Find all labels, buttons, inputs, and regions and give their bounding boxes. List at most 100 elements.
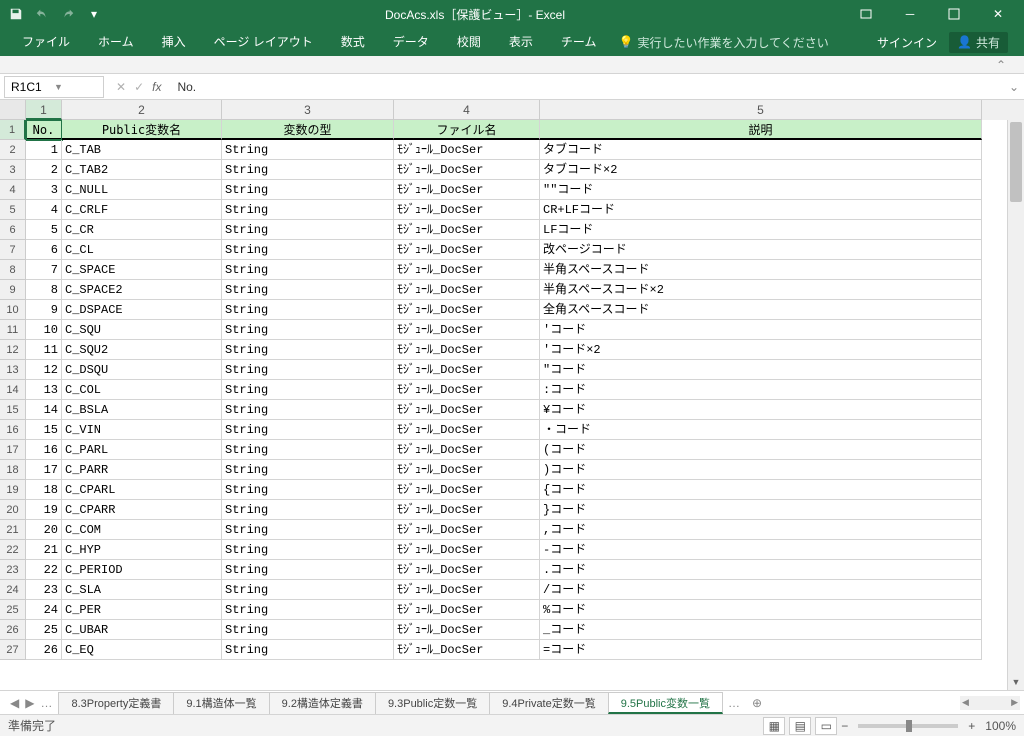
sheet-tab[interactable]: 8.3Property定義書 <box>58 692 174 714</box>
data-cell[interactable]: 全角スペースコード <box>540 300 982 320</box>
data-cell[interactable]: ﾓｼﾞｭｰﾙ_DocSer <box>394 180 540 200</box>
data-cell[interactable]: 改ページコード <box>540 240 982 260</box>
data-cell[interactable]: String <box>222 240 394 260</box>
data-cell[interactable]: {コード <box>540 480 982 500</box>
data-cell[interactable]: String <box>222 440 394 460</box>
column-header[interactable]: 4 <box>394 100 540 120</box>
data-cell[interactable]: String <box>222 400 394 420</box>
data-cell[interactable]: C_COM <box>62 520 222 540</box>
column-header[interactable]: 1 <box>26 100 62 120</box>
sheet-more-right-icon[interactable]: … <box>722 696 746 710</box>
data-cell[interactable]: 12 <box>26 360 62 380</box>
data-cell[interactable]: C_EQ <box>62 640 222 660</box>
header-cell[interactable]: ファイル名 <box>394 120 540 140</box>
data-cell[interactable]: 18 <box>26 480 62 500</box>
select-all-corner[interactable] <box>0 100 26 120</box>
row-header[interactable]: 22 <box>0 540 26 560</box>
data-cell[interactable]: 4 <box>26 200 62 220</box>
data-cell[interactable]: String <box>222 200 394 220</box>
data-cell[interactable]: ﾓｼﾞｭｰﾙ_DocSer <box>394 300 540 320</box>
data-cell[interactable]: C_TAB <box>62 140 222 160</box>
accept-formula-icon[interactable]: ✓ <box>134 80 144 94</box>
data-cell[interactable]: ﾓｼﾞｭｰﾙ_DocSer <box>394 360 540 380</box>
data-cell[interactable]: ﾓｼﾞｭｰﾙ_DocSer <box>394 600 540 620</box>
row-header[interactable]: 4 <box>0 180 26 200</box>
row-header[interactable]: 18 <box>0 460 26 480</box>
sheet-nav-more-icon[interactable]: … <box>38 696 54 710</box>
data-cell[interactable]: ﾓｼﾞｭｰﾙ_DocSer <box>394 160 540 180</box>
data-cell[interactable]: C_SQU <box>62 320 222 340</box>
data-cell[interactable]: String <box>222 500 394 520</box>
data-cell[interactable]: %コード <box>540 600 982 620</box>
row-header[interactable]: 6 <box>0 220 26 240</box>
data-cell[interactable]: )コード <box>540 460 982 480</box>
add-sheet-icon[interactable]: ⊕ <box>746 696 768 710</box>
data-cell[interactable]: 24 <box>26 600 62 620</box>
data-cell[interactable]: ,コード <box>540 520 982 540</box>
sheet-tab[interactable]: 9.2構造体定義書 <box>269 692 376 714</box>
data-cell[interactable]: String <box>222 540 394 560</box>
data-cell[interactable]: C_SQU2 <box>62 340 222 360</box>
data-cell[interactable]: ﾓｼﾞｭｰﾙ_DocSer <box>394 440 540 460</box>
ribbon-tab[interactable]: ファイル <box>8 28 84 56</box>
data-cell[interactable]: String <box>222 620 394 640</box>
sheet-tab[interactable]: 9.5Public変数一覧 <box>608 692 723 714</box>
data-cell[interactable]: =コード <box>540 640 982 660</box>
data-cell[interactable]: ﾓｼﾞｭｰﾙ_DocSer <box>394 200 540 220</box>
data-cell[interactable]: ﾓｼﾞｭｰﾙ_DocSer <box>394 320 540 340</box>
data-cell[interactable]: 13 <box>26 380 62 400</box>
data-cell[interactable]: String <box>222 420 394 440</box>
chevron-down-icon[interactable]: ▼ <box>54 82 97 92</box>
row-header[interactable]: 8 <box>0 260 26 280</box>
data-cell[interactable]: String <box>222 340 394 360</box>
close-icon[interactable]: ✕ <box>976 0 1020 28</box>
header-cell[interactable]: No. <box>26 120 62 140</box>
data-cell[interactable]: C_SLA <box>62 580 222 600</box>
data-cell[interactable]: }コード <box>540 500 982 520</box>
row-header[interactable]: 17 <box>0 440 26 460</box>
row-header[interactable]: 11 <box>0 320 26 340</box>
scroll-down-icon[interactable]: ▼ <box>1008 673 1024 690</box>
data-cell[interactable]: String <box>222 560 394 580</box>
data-cell[interactable]: 14 <box>26 400 62 420</box>
data-cell[interactable]: String <box>222 580 394 600</box>
data-cell[interactable]: ¥コード <box>540 400 982 420</box>
normal-view-icon[interactable]: ▦ <box>763 717 785 735</box>
row-header[interactable]: 26 <box>0 620 26 640</box>
maximize-icon[interactable] <box>932 0 976 28</box>
data-cell[interactable]: String <box>222 220 394 240</box>
data-cell[interactable]: ""コード <box>540 180 982 200</box>
data-cell[interactable]: C_SPACE <box>62 260 222 280</box>
data-cell[interactable]: 17 <box>26 460 62 480</box>
ribbon-tab[interactable]: 校閲 <box>443 28 495 56</box>
row-header[interactable]: 5 <box>0 200 26 220</box>
horizontal-scrollbar[interactable]: ◀▶ <box>960 696 1020 710</box>
data-cell[interactable]: CR+LFコード <box>540 200 982 220</box>
column-header[interactable]: 5 <box>540 100 982 120</box>
data-cell[interactable]: ﾓｼﾞｭｰﾙ_DocSer <box>394 220 540 240</box>
share-button[interactable]: 👤共有 <box>949 32 1008 53</box>
data-cell[interactable]: _コード <box>540 620 982 640</box>
data-cell[interactable]: ﾓｼﾞｭｰﾙ_DocSer <box>394 400 540 420</box>
fx-icon[interactable]: fx <box>152 80 161 94</box>
save-icon[interactable] <box>4 2 28 26</box>
data-cell[interactable]: C_BSLA <box>62 400 222 420</box>
data-cell[interactable]: 23 <box>26 580 62 600</box>
ribbon-tab[interactable]: チーム <box>547 28 611 56</box>
data-cell[interactable]: C_UBAR <box>62 620 222 640</box>
data-cell[interactable]: 2 <box>26 160 62 180</box>
data-cell[interactable]: C_HYP <box>62 540 222 560</box>
tell-me[interactable]: 💡 実行したい作業を入力してください <box>618 34 828 51</box>
zoom-in-icon[interactable]: + <box>968 719 975 733</box>
data-cell[interactable]: .コード <box>540 560 982 580</box>
ribbon-tab[interactable]: データ <box>379 28 443 56</box>
undo-icon[interactable] <box>30 2 54 26</box>
row-header[interactable]: 3 <box>0 160 26 180</box>
data-cell[interactable]: ﾓｼﾞｭｰﾙ_DocSer <box>394 140 540 160</box>
data-cell[interactable]: String <box>222 600 394 620</box>
row-header[interactable]: 27 <box>0 640 26 660</box>
data-cell[interactable]: ﾓｼﾞｭｰﾙ_DocSer <box>394 240 540 260</box>
ribbon-tab[interactable]: 表示 <box>495 28 547 56</box>
row-header[interactable]: 2 <box>0 140 26 160</box>
row-header[interactable]: 24 <box>0 580 26 600</box>
